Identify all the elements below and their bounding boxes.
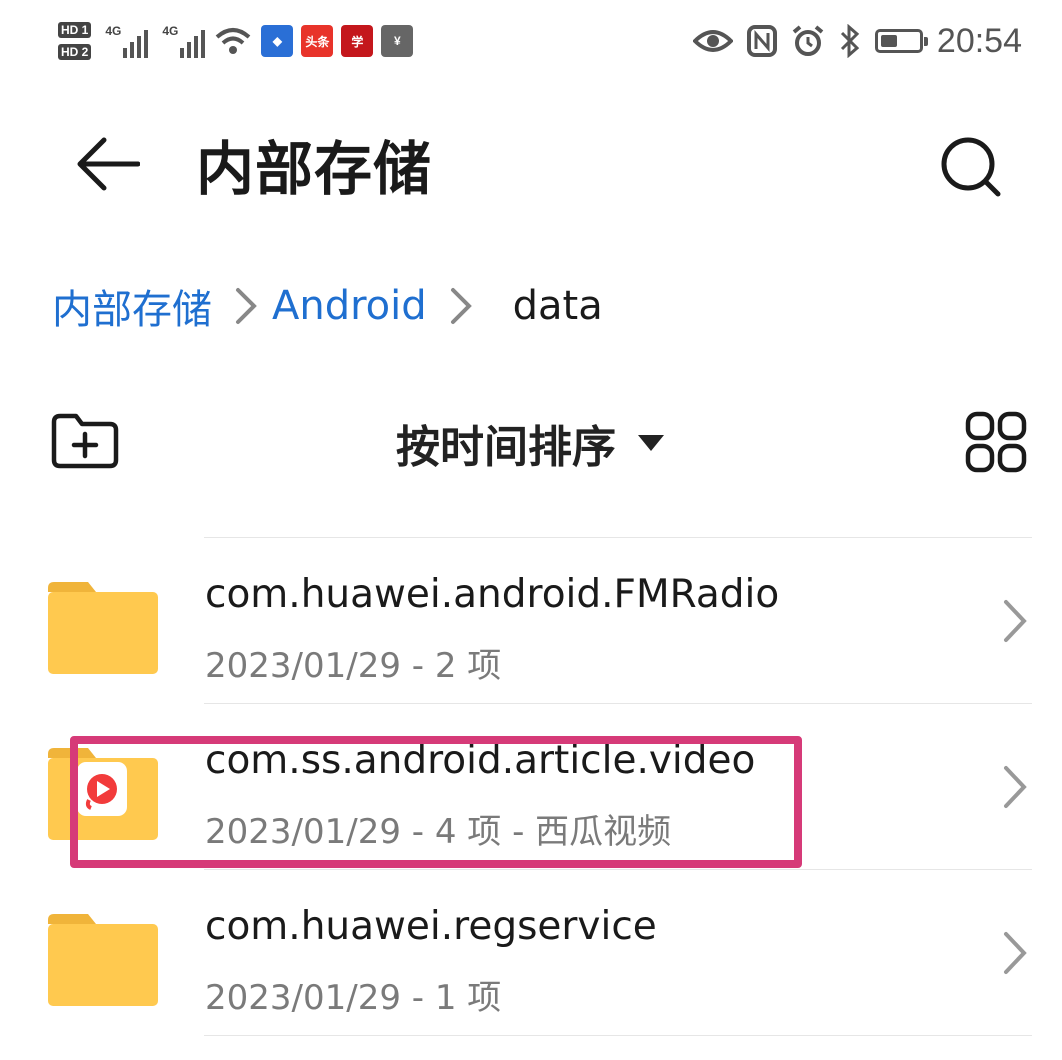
sim1-label: HD 1 [58, 22, 92, 38]
chevron-right-icon [1004, 766, 1027, 808]
clock: 20:54 [936, 21, 1022, 60]
alarm-icon [792, 25, 824, 56]
file-meta: 2023/01/29 - 4 项 - 西瓜视频 [205, 812, 672, 852]
nfc-icon [746, 25, 777, 57]
xuexi-icon: 学 [341, 25, 374, 57]
wifi-icon [216, 28, 251, 54]
breadcrumb-android[interactable]: Android [272, 283, 427, 329]
folder-icon [48, 582, 158, 674]
toutiao-icon: 头条 [301, 25, 334, 57]
search-icon[interactable] [938, 134, 1004, 200]
jianxin-icon: ◆ [261, 25, 294, 57]
sim1-indicator: HD 1 [58, 22, 92, 38]
chevron-right-icon [1004, 932, 1027, 974]
list-divider [204, 1035, 1032, 1036]
sim-indicators: HD 1 HD 2 [58, 22, 92, 60]
list-item[interactable]: com.huawei.regservice 2023/01/29 - 1 项 [0, 870, 1062, 1036]
back-arrow-icon[interactable] [74, 134, 140, 194]
caret-down-icon [638, 435, 664, 451]
new-folder-icon[interactable] [50, 412, 120, 470]
status-left: HD 1 HD 2 4G 4G ◆ 头条 学 ¥ [58, 12, 414, 70]
file-meta: 2023/01/29 - 1 项 [205, 978, 502, 1018]
chevron-right-icon [1004, 600, 1027, 642]
sim2-indicator: HD 2 [58, 44, 92, 60]
chevron-right-icon [450, 288, 472, 324]
wallet-icon: ¥ [381, 25, 414, 57]
folder-icon [48, 914, 158, 1006]
signal-icon: 4G [105, 24, 149, 58]
bluetooth-icon [840, 24, 860, 58]
grid-view-icon[interactable] [964, 410, 1028, 474]
status-bar: HD 1 HD 2 4G 4G ◆ 头条 学 ¥ 20:54 [0, 0, 1062, 84]
file-meta: 2023/01/29 - 2 项 [205, 646, 502, 686]
breadcrumb-internal-storage[interactable]: 内部存储 [52, 277, 212, 335]
breadcrumb-current: data [512, 283, 603, 329]
file-name: com.ss.android.article.video [205, 738, 756, 783]
sort-dropdown[interactable]: 按时间排序 [396, 412, 664, 474]
signal-icon: 4G [162, 24, 206, 58]
list-item[interactable]: com.huawei.android.FMRadio 2023/01/29 - … [0, 538, 1062, 704]
eye-icon [692, 30, 733, 52]
status-right: 20:54 [692, 18, 1022, 64]
file-name: com.huawei.regservice [205, 904, 657, 949]
xigua-video-app-icon [77, 762, 127, 816]
sim2-label: HD 2 [58, 44, 92, 60]
battery-icon [874, 29, 928, 53]
breadcrumb: 内部存储 Android data [52, 276, 603, 336]
page-title: 内部存储 [196, 135, 433, 203]
sort-label: 按时间排序 [396, 422, 616, 473]
list-item[interactable]: com.ss.android.article.video 2023/01/29 … [0, 704, 1062, 870]
file-name: com.huawei.android.FMRadio [205, 572, 780, 617]
chevron-right-icon [236, 288, 257, 324]
